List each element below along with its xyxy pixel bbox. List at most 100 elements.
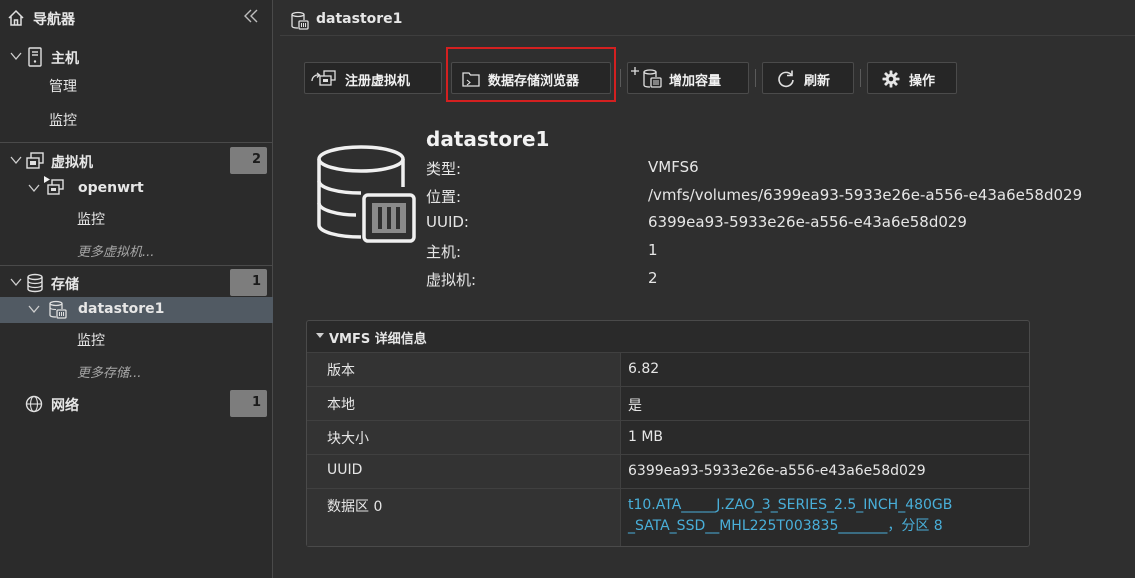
title-divider — [280, 35, 1135, 36]
more-storage-link[interactable]: 更多存储... — [77, 362, 141, 381]
register-vm-label: 注册虚拟机 — [345, 74, 411, 89]
vm-openwrt-label: openwrt — [78, 180, 144, 196]
vms-count-badge: 2 — [230, 147, 267, 174]
chevron-down-icon[interactable] — [27, 302, 41, 316]
sidebar-item-vms-label: 虚拟机 — [51, 155, 93, 171]
sidebar-item-monitor-label: 监控 — [49, 113, 77, 129]
sidebar-item-vms[interactable]: 虚拟机 2 — [0, 147, 273, 174]
navigator-sidebar: 导航器 主机 管理 监控 虚拟机 2 openwrt 监控 更多虚拟机... 存… — [0, 0, 273, 578]
increase-capacity-icon — [631, 67, 662, 88]
sidebar-divider — [0, 142, 273, 143]
prop-vms-value: 2 — [648, 269, 658, 287]
virtual-machines-icon — [26, 152, 44, 169]
prop-uuid-key: UUID: — [426, 213, 469, 231]
row-value-version: 6.82 — [620, 353, 1029, 386]
sidebar-item-storage[interactable]: 存储 1 — [0, 269, 273, 296]
more-vms-link[interactable]: 更多虚拟机... — [77, 241, 154, 260]
sidebar-item-more-storage[interactable]: 更多存储... — [0, 358, 273, 384]
table-row: 版本 6.82 — [307, 352, 1029, 386]
table-row: UUID 6399ea93-5933e26e-a556-e43a6e58d029 — [307, 454, 1029, 488]
toolbar-separator — [860, 69, 861, 87]
prop-hosts-key: 主机: — [426, 243, 462, 261]
increase-capacity-label: 增加容量 — [669, 74, 722, 89]
row-value-block-size: 1 MB — [620, 421, 1029, 454]
prop-type-value: VMFS6 — [648, 158, 699, 176]
toolbar-separator — [755, 69, 756, 87]
table-row: 本地 是 — [307, 386, 1029, 420]
row-key-version: 版本 — [307, 353, 620, 386]
prop-uuid-value: 6399ea93-5933e26e-a556-e43a6e58d029 — [648, 213, 967, 231]
refresh-label: 刷新 — [804, 74, 831, 89]
sidebar-item-network-label: 网络 — [51, 398, 79, 414]
vm-monitor-label: 监控 — [77, 212, 105, 228]
sidebar-item-host-label: 主机 — [51, 51, 79, 67]
actions-label: 操作 — [909, 74, 936, 89]
sidebar-divider — [0, 265, 273, 266]
extent-link-line1[interactable]: t10.ATA_____J.ZAO_3_SERIES_2.5_INCH_480G… — [628, 495, 1029, 516]
gear-icon — [882, 70, 900, 88]
double-chevron-left-icon[interactable] — [242, 7, 260, 25]
datastore1-label: datastore1 — [78, 301, 165, 317]
page-title-text: datastore1 — [316, 11, 403, 27]
register-vm-icon — [311, 70, 336, 86]
increase-capacity-button[interactable]: 增加容量 — [627, 62, 749, 94]
refresh-icon — [778, 70, 794, 88]
caret-down-icon[interactable] — [315, 332, 325, 340]
sidebar-item-vm-monitor[interactable]: 监控 — [0, 205, 273, 231]
chevron-down-icon[interactable] — [9, 153, 23, 167]
datastore-icon — [49, 300, 67, 319]
sidebar-item-host[interactable]: 主机 — [0, 44, 273, 70]
sidebar-item-vm-openwrt[interactable]: openwrt — [0, 176, 273, 202]
sidebar-item-more-vms[interactable]: 更多虚拟机... — [0, 237, 273, 263]
datastore-large-icon — [317, 145, 416, 243]
vmfs-panel-title: VMFS 详细信息 — [329, 332, 427, 347]
row-key-uuid: UUID — [307, 455, 620, 488]
host-server-icon — [28, 47, 42, 67]
prop-location-key: 位置: — [426, 188, 462, 206]
sidebar-item-datastore1[interactable]: datastore1 — [0, 297, 273, 323]
sidebar-item-network[interactable]: 网络 1 — [0, 390, 273, 417]
prop-vms-key: 虚拟机: — [426, 271, 477, 289]
row-key-local: 本地 — [307, 387, 620, 420]
actions-button[interactable]: 操作 — [867, 62, 957, 94]
storage-count-badge: 1 — [230, 269, 267, 296]
sidebar-item-storage-label: 存储 — [51, 277, 79, 293]
toolbar-separator — [620, 69, 621, 87]
vmfs-panel-header[interactable]: VMFS 详细信息 — [307, 321, 1029, 351]
toolbar-separator — [446, 69, 447, 87]
row-key-extent: 数据区 0 — [307, 489, 620, 546]
home-icon[interactable] — [7, 9, 25, 27]
prop-hosts-value: 1 — [648, 241, 658, 259]
row-value-local: 是 — [620, 387, 1029, 420]
sidebar-item-ds-monitor[interactable]: 监控 — [0, 326, 273, 352]
sidebar-item-manage-label: 管理 — [49, 79, 77, 95]
chevron-down-icon[interactable] — [27, 181, 41, 195]
navigator-header: 导航器 — [0, 0, 273, 36]
extent-link-line2[interactable]: _SATA_SSD__MHL225T003835_______，分区 8 — [628, 516, 1029, 537]
datastore-browser-label: 数据存储浏览器 — [488, 74, 580, 89]
network-count-badge: 1 — [230, 390, 267, 417]
prop-location-value: /vmfs/volumes/6399ea93-5933e26e-a556-e43… — [648, 186, 1083, 204]
extent-link[interactable]: t10.ATA_____J.ZAO_3_SERIES_2.5_INCH_480G… — [620, 489, 1029, 546]
storage-database-icon — [27, 273, 43, 293]
chevron-down-icon[interactable] — [9, 49, 23, 63]
network-globe-icon — [25, 395, 43, 413]
datastore-name-heading: datastore1 — [426, 127, 550, 151]
ds-monitor-label: 监控 — [77, 333, 105, 349]
sidebar-item-host-monitor[interactable]: 监控 — [0, 106, 273, 132]
datastore-icon — [291, 11, 309, 30]
chevron-down-icon[interactable] — [9, 275, 23, 289]
prop-type-key: 类型: — [426, 160, 462, 178]
row-key-block-size: 块大小 — [307, 421, 620, 454]
table-row: 数据区 0 t10.ATA_____J.ZAO_3_SERIES_2.5_INC… — [307, 488, 1029, 546]
datastore-browser-button[interactable]: 数据存储浏览器 — [451, 62, 611, 94]
sidebar-item-host-manage[interactable]: 管理 — [0, 72, 273, 98]
vsphere-host-client: 导航器 主机 管理 监控 虚拟机 2 openwrt 监控 更多虚拟机... 存… — [0, 0, 1135, 578]
row-value-uuid: 6399ea93-5933e26e-a556-e43a6e58d029 — [620, 455, 1029, 488]
register-vm-button[interactable]: 注册虚拟机 — [304, 62, 442, 94]
vmfs-details-panel: VMFS 详细信息 版本 6.82 本地 是 块大小 1 MB UUID 639… — [306, 320, 1030, 547]
refresh-button[interactable]: 刷新 — [762, 62, 854, 94]
vm-powered-on-icon — [44, 176, 64, 195]
folder-browse-icon — [462, 72, 480, 87]
navigator-title: 导航器 — [33, 12, 75, 28]
